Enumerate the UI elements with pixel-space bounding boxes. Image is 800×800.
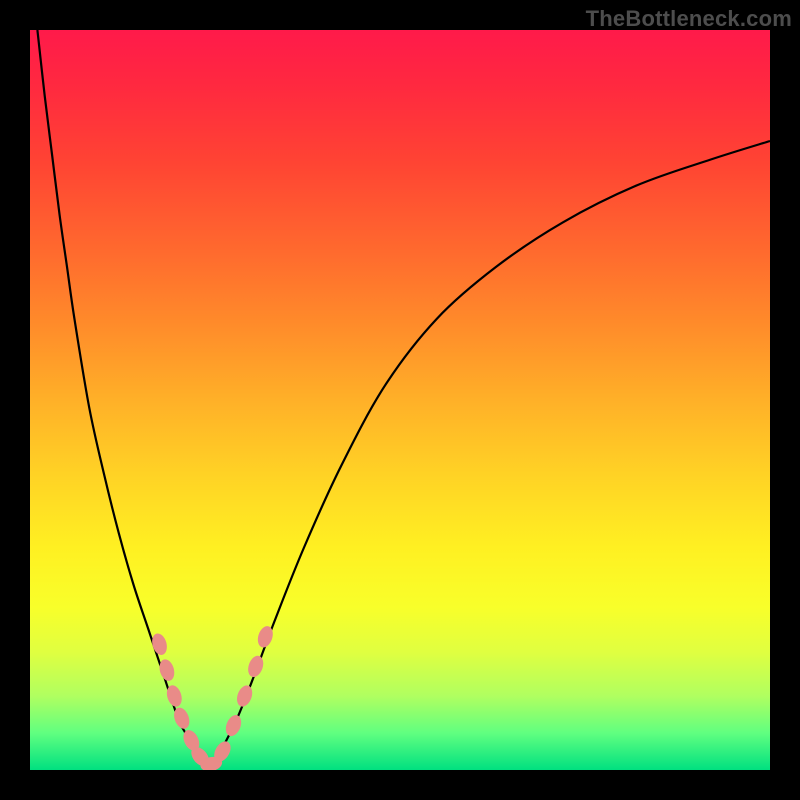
curve-left-branch <box>37 30 207 766</box>
marker-point <box>150 632 170 657</box>
marker-cluster <box>150 624 276 770</box>
marker-point <box>234 683 255 709</box>
watermark-text: TheBottleneck.com <box>586 6 792 32</box>
marker-point <box>245 654 265 679</box>
plot-area <box>30 30 770 770</box>
marker-point <box>223 713 244 739</box>
curve-right-branch <box>208 141 770 766</box>
curve-svg <box>30 30 770 770</box>
